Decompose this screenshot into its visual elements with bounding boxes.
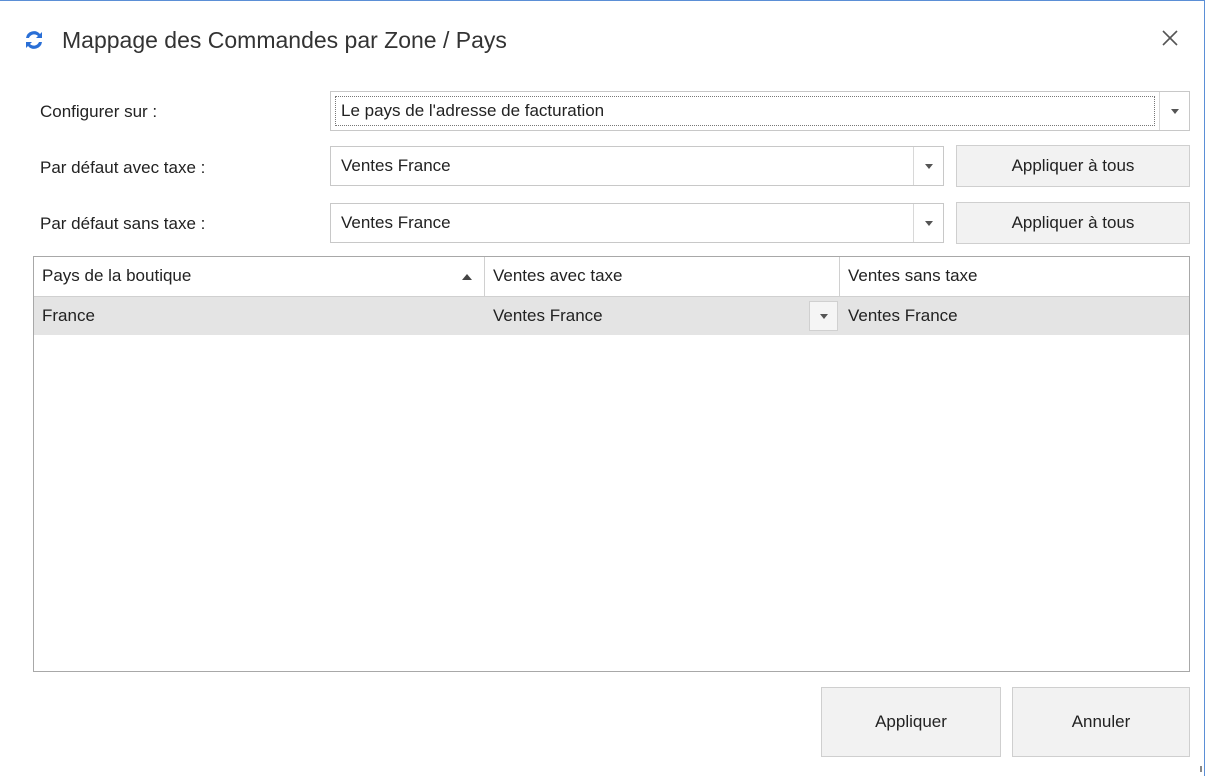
title-bar: Mappage des Commandes par Zone / Pays: [0, 1, 1204, 81]
apply-button[interactable]: Appliquer: [821, 687, 1001, 757]
column-header-country[interactable]: Pays de la boutique: [34, 257, 485, 296]
column-header-sales-notax[interactable]: Ventes sans taxe: [840, 257, 1190, 296]
default-notax-dropdown[interactable]: Ventes France: [330, 203, 944, 243]
default-tax-value: Ventes France: [341, 156, 451, 175]
configure-value: Le pays de l'adresse de facturation: [341, 101, 605, 120]
sort-ascending-icon: [462, 274, 472, 280]
mapping-grid: Pays de la boutique Ventes avec taxe Ven…: [33, 256, 1190, 672]
apply-all-notax-button[interactable]: Appliquer à tous: [956, 202, 1190, 244]
dialog-window: Mappage des Commandes par Zone / Pays Co…: [0, 0, 1205, 776]
apply-all-tax-button[interactable]: Appliquer à tous: [956, 145, 1190, 187]
default-tax-dropdown[interactable]: Ventes France: [330, 146, 944, 186]
table-row[interactable]: France Ventes France Ventes France: [34, 297, 1189, 335]
default-tax-label: Par défaut avec taxe :: [40, 158, 206, 177]
resize-grip[interactable]: [1200, 766, 1202, 772]
configure-dropdown[interactable]: Le pays de l'adresse de facturation: [330, 91, 1190, 131]
window-title: Mappage des Commandes par Zone / Pays: [62, 27, 507, 53]
default-notax-label: Par défaut sans taxe :: [40, 214, 206, 233]
cell-country: France: [42, 306, 95, 325]
grid-header: Pays de la boutique Ventes avec taxe Ven…: [34, 257, 1189, 297]
chevron-down-icon[interactable]: [913, 147, 943, 185]
chevron-down-icon[interactable]: [913, 204, 943, 242]
column-header-sales-tax[interactable]: Ventes avec taxe: [485, 257, 840, 296]
configure-label: Configurer sur :: [40, 102, 158, 121]
chevron-down-icon[interactable]: [809, 301, 838, 331]
cell-sales-notax[interactable]: Ventes France: [840, 297, 1190, 335]
sync-icon: [26, 31, 42, 49]
default-notax-value: Ventes France: [341, 213, 451, 232]
close-icon[interactable]: [1155, 23, 1185, 53]
cancel-button[interactable]: Annuler: [1012, 687, 1190, 757]
cell-sales-tax[interactable]: Ventes France: [485, 297, 840, 335]
chevron-down-icon[interactable]: [1159, 92, 1189, 130]
